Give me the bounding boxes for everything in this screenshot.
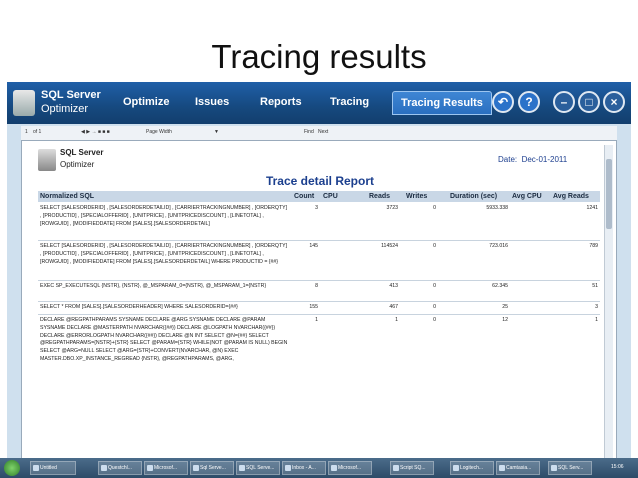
avg-reads-cell: 51 — [592, 283, 598, 289]
app-logo: SQL Server Optimizer — [13, 88, 123, 118]
reads-cell: 1 — [395, 317, 398, 323]
duration-cell: 12 — [502, 317, 508, 323]
duration-cell: 62.345 — [492, 283, 508, 289]
reads-cell: 467 — [389, 304, 398, 310]
taskbar-item[interactable]: Microsof... — [144, 461, 188, 475]
writes-cell: 0 — [433, 205, 436, 211]
sql-text: DECLARE @REGPATHPARAMS SYSNAME DECLARE @… — [40, 317, 288, 362]
count-cell: 3 — [315, 205, 318, 211]
sql-text: SELECT [SALESORDERID] , [SALESORDERDETAI… — [40, 205, 288, 227]
report-date: Date: Dec-01-2011 — [498, 155, 567, 164]
taskbar-item[interactable]: SQL Serve... — [236, 461, 280, 475]
taskbar-item[interactable]: Microsof... — [328, 461, 372, 475]
menu-tracing[interactable]: Tracing — [330, 96, 369, 108]
taskbar-item[interactable]: Camtasia... — [496, 461, 540, 475]
taskbar-item[interactable]: SQL Serv... — [548, 461, 592, 475]
report-title: Trace detail Report — [265, 174, 375, 188]
col-avg-reads: Avg Reads — [553, 193, 589, 200]
table-row[interactable]: SELECT * FROM [SALES].[SALESORDERHEADER]… — [38, 302, 600, 315]
col-writes: Writes — [406, 193, 428, 200]
col-cpu: CPU — [323, 193, 338, 200]
sql-text: SELECT [SALESORDERID] , [SALESORDERDETAI… — [40, 243, 288, 265]
taskbar-item[interactable]: Untitled — [30, 461, 76, 475]
app-window: SQL Server Optimizer Optimize Issues Rep… — [7, 82, 631, 478]
reads-cell: 413 — [389, 283, 398, 289]
col-duration: Duration (sec) — [450, 193, 498, 200]
menu-issues[interactable]: Issues — [195, 96, 229, 108]
back-icon[interactable]: ↶ — [492, 91, 514, 113]
report-viewer: SQL Server Optimizer Date: Dec-01-2011 T… — [21, 140, 617, 470]
date-value: Dec-01-2011 — [521, 155, 568, 164]
count-cell: 1 — [315, 317, 318, 323]
page-number-input[interactable]: 1 — [25, 129, 28, 135]
taskbar-item[interactable]: Sql Serve... — [190, 461, 234, 475]
date-label: Date: — [498, 155, 518, 164]
app-header-bar: SQL Server Optimizer Optimize Issues Rep… — [7, 82, 631, 124]
find-link[interactable]: Find — [304, 129, 314, 135]
avg-reads-cell: 3 — [595, 304, 598, 310]
taskbar-item[interactable]: Questchl... — [98, 461, 142, 475]
menu-reports[interactable]: Reports — [260, 96, 302, 108]
writes-cell: 0 — [433, 317, 436, 323]
report-logo-icon — [38, 149, 56, 171]
sql-text: EXEC SP_EXECUTESQL {NSTR}, {NSTR}, @_MSP… — [40, 283, 267, 289]
col-count: Count — [294, 193, 315, 200]
table-row[interactable]: SELECT [SALESORDERID] , [SALESORDERDETAI… — [38, 203, 600, 241]
avg-reads-cell: 789 — [589, 243, 598, 249]
report-scrollbar[interactable] — [604, 145, 613, 467]
start-button-icon[interactable] — [4, 460, 20, 476]
taskbar-item[interactable]: Logitech... — [450, 461, 494, 475]
writes-cell: 0 — [433, 304, 436, 310]
duration-cell: 25 — [502, 304, 508, 310]
page-count: of 1 — [33, 129, 42, 135]
col-avg-cpu: Avg CPU — [512, 193, 542, 200]
close-icon[interactable]: × — [603, 91, 625, 113]
count-cell: 155 — [309, 304, 318, 310]
col-reads: Reads — [369, 193, 391, 200]
report-toolbar: 1 of 1 ◀ ▶ → ■ ■ ■ Page Width ▼ Find Nex… — [21, 126, 617, 141]
count-cell: 145 — [309, 243, 318, 249]
zoom-select[interactable]: Page Width — [146, 129, 172, 135]
taskbar-item[interactable]: Inbox - A... — [282, 461, 326, 475]
maximize-icon[interactable]: □ — [578, 91, 600, 113]
nav-arrows-icon[interactable]: ◀ ▶ → ■ ■ ■ — [81, 129, 110, 135]
menu-tracing-results[interactable]: Tracing Results — [392, 91, 492, 115]
report-logo-line2: Optimizer — [60, 160, 95, 169]
minimize-icon[interactable]: – — [553, 91, 575, 113]
next-link[interactable]: Next — [318, 129, 328, 135]
reads-cell: 114524 — [381, 243, 398, 249]
duration-cell: 723.016 — [489, 243, 508, 249]
col-normalized-sql: Normalized SQL — [40, 193, 95, 200]
writes-cell: 0 — [433, 243, 436, 249]
sql-text: SELECT * FROM [SALES].[SALESORDERHEADER]… — [40, 304, 238, 310]
slide-title: Tracing results — [211, 38, 427, 75]
table-row[interactable]: DECLARE @REGPATHPARAMS SYSNAME DECLARE @… — [38, 315, 600, 393]
count-cell: 8 — [315, 283, 318, 289]
scrollbar-thumb[interactable] — [606, 159, 612, 229]
duration-cell: 5933.338 — [486, 205, 508, 211]
menu-optimize[interactable]: Optimize — [123, 96, 169, 108]
report-logo: SQL Server Optimizer — [38, 147, 118, 175]
app-logo-line1: SQL Server — [41, 89, 101, 101]
taskbar-item[interactable]: Script SQ... — [390, 461, 434, 475]
zoom-dropdown-icon[interactable]: ▼ — [214, 129, 219, 135]
reads-cell: 3723 — [386, 205, 398, 211]
writes-cell: 0 — [433, 283, 436, 289]
report-logo-line1: SQL Server — [60, 148, 104, 157]
app-logo-line2: Optimizer — [41, 103, 89, 115]
taskbar-clock: 15:06 — [611, 464, 624, 470]
table-header: Normalized SQL Count CPU Reads Writes Du… — [38, 191, 600, 202]
table-row[interactable]: SELECT [SALESORDERID] , [SALESORDERDETAI… — [38, 241, 600, 281]
app-logo-icon — [13, 90, 35, 116]
avg-reads-cell: 1241 — [586, 205, 598, 211]
avg-reads-cell: 1 — [595, 317, 598, 323]
help-icon[interactable]: ? — [518, 91, 540, 113]
windows-taskbar: Untitled Questchl... Microsof... Sql Ser… — [0, 458, 638, 478]
table-row[interactable]: EXEC SP_EXECUTESQL {NSTR}, {NSTR}, @_MSP… — [38, 281, 600, 302]
